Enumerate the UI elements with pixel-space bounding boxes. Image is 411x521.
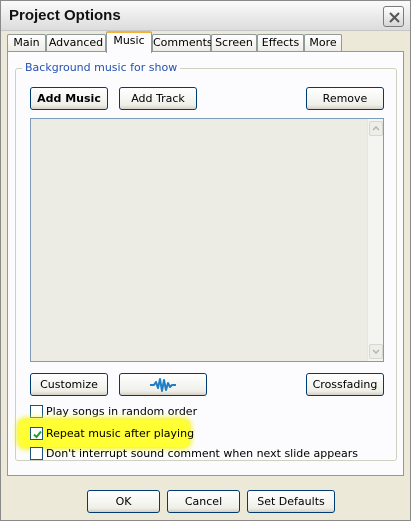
music-list[interactable] <box>30 118 384 362</box>
chevron-down-icon <box>372 349 380 355</box>
random-order-label: Play songs in random order <box>46 404 198 418</box>
cancel-button[interactable]: Cancel <box>167 490 240 513</box>
tab-advanced[interactable]: Advanced <box>46 34 106 52</box>
tab-music[interactable]: Music <box>106 31 152 53</box>
tab-comments[interactable]: Comments <box>152 34 213 52</box>
scroll-down-button[interactable] <box>369 344 383 359</box>
random-order-checkbox[interactable] <box>30 404 43 418</box>
repeat-music-checkbox[interactable] <box>30 426 43 440</box>
dialog-title: Project Options <box>9 7 121 24</box>
chevron-up-icon <box>372 125 380 131</box>
project-options-dialog: Project Options Main Advanced Music Comm… <box>0 0 411 521</box>
tab-main[interactable]: Main <box>7 34 46 52</box>
close-button[interactable] <box>383 6 404 27</box>
repeat-music-option[interactable]: Repeat music after playing <box>30 425 194 441</box>
ok-button[interactable]: OK <box>87 490 160 513</box>
group-label: Background music for show <box>22 61 181 74</box>
waveform-icon <box>150 378 176 392</box>
tab-screen[interactable]: Screen <box>211 34 257 52</box>
no-interrupt-checkbox[interactable] <box>30 446 43 460</box>
tab-effects[interactable]: Effects <box>257 34 304 52</box>
close-icon <box>389 12 400 23</box>
set-defaults-button[interactable]: Set Defaults <box>247 490 335 513</box>
tab-more[interactable]: More <box>304 34 342 52</box>
waveform-button[interactable] <box>119 373 207 396</box>
no-interrupt-option[interactable]: Don't interrupt sound comment when next … <box>30 445 358 461</box>
customize-button[interactable]: Customize <box>30 373 108 396</box>
add-track-button[interactable]: Add Track <box>119 87 197 110</box>
add-music-button[interactable]: Add Music <box>30 87 108 110</box>
title-bar: Project Options <box>1 1 410 31</box>
no-interrupt-label: Don't interrupt sound comment when next … <box>46 446 358 460</box>
random-order-option[interactable]: Play songs in random order <box>30 403 197 419</box>
repeat-music-label: Repeat music after playing <box>46 426 195 440</box>
list-scrollbar[interactable] <box>367 119 383 361</box>
remove-button[interactable]: Remove <box>306 87 384 110</box>
scroll-up-button[interactable] <box>369 121 383 136</box>
checkmark-icon <box>33 430 42 438</box>
crossfading-button[interactable]: Crossfading <box>306 373 384 396</box>
